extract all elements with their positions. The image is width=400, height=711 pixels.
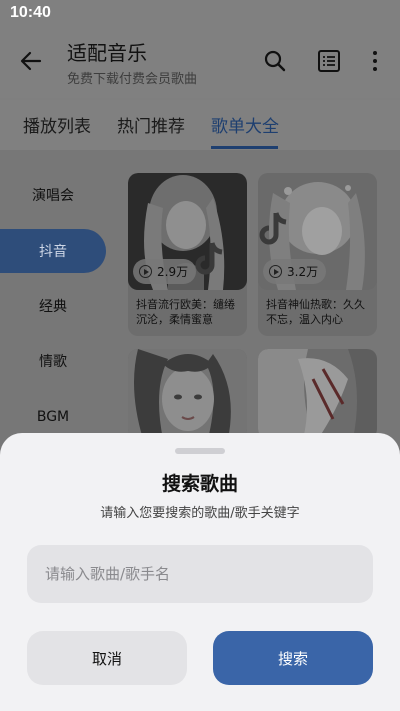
search-button[interactable]: 搜索 (213, 631, 373, 685)
play-count: 2.9万 (157, 265, 189, 279)
playlist-card[interactable]: 3.2万 抖音神仙热歌：久久不忘，温入内心 (258, 173, 377, 336)
playlist-title: 抖音流行欧美：缱绻沉沦，柔情蜜意 (136, 298, 235, 326)
list-icon[interactable] (316, 48, 342, 74)
dialog-subtitle: 请输入您要搜索的歌曲/歌手关键字 (100, 506, 300, 521)
status-bar: 10:40 (0, 0, 400, 30)
tab-playlist-collection[interactable]: 歌单大全 (211, 112, 279, 137)
search-icon[interactable] (262, 48, 288, 74)
sidebar-item-classic[interactable]: 经典 (0, 284, 106, 328)
tab-playlist[interactable]: 播放列表 (23, 112, 91, 137)
song-search-input[interactable] (27, 545, 373, 603)
tab-indicator (211, 146, 278, 149)
playlist-card[interactable]: 2.9万 抖音流行欧美：缱绻沉沦，柔情蜜意 (128, 173, 247, 336)
sidebar-item-love-songs[interactable]: 情歌 (0, 339, 106, 383)
sidebar-item-douyin[interactable]: 抖音 (0, 229, 106, 273)
drag-handle[interactable] (175, 448, 225, 454)
playlist-cover-image (128, 349, 247, 439)
play-count-badge: 3.2万 (263, 259, 327, 284)
dialog-title: 搜索歌曲 (161, 473, 238, 495)
tab-bar: 播放列表 热门推荐 歌单大全 (0, 100, 400, 150)
playlist-cover-image (258, 349, 377, 439)
play-count: 3.2万 (287, 265, 319, 279)
search-dialog: 搜索歌曲 请输入您要搜索的歌曲/歌手关键字 取消 搜索 (0, 433, 400, 711)
status-time: 10:40 (10, 4, 51, 21)
play-icon (139, 265, 152, 278)
play-icon (269, 265, 282, 278)
tab-hot-recommend[interactable]: 热门推荐 (117, 112, 185, 137)
page-subtitle: 免费下载付费会员歌曲 (67, 72, 198, 87)
more-vert-icon[interactable] (362, 48, 388, 74)
back-arrow-icon[interactable] (18, 48, 44, 74)
playlist-title: 抖音神仙热歌：久久不忘，温入内心 (266, 298, 365, 326)
playlist-card[interactable] (258, 349, 377, 439)
app-bar: 适配音乐 免费下载付费会员歌曲 (0, 30, 400, 98)
play-count-badge: 2.9万 (133, 259, 197, 284)
page-title: 适配音乐 (67, 41, 147, 65)
playlist-card[interactable] (128, 349, 247, 439)
sidebar-item-concert[interactable]: 演唱会 (0, 173, 106, 217)
cancel-button[interactable]: 取消 (27, 631, 187, 685)
